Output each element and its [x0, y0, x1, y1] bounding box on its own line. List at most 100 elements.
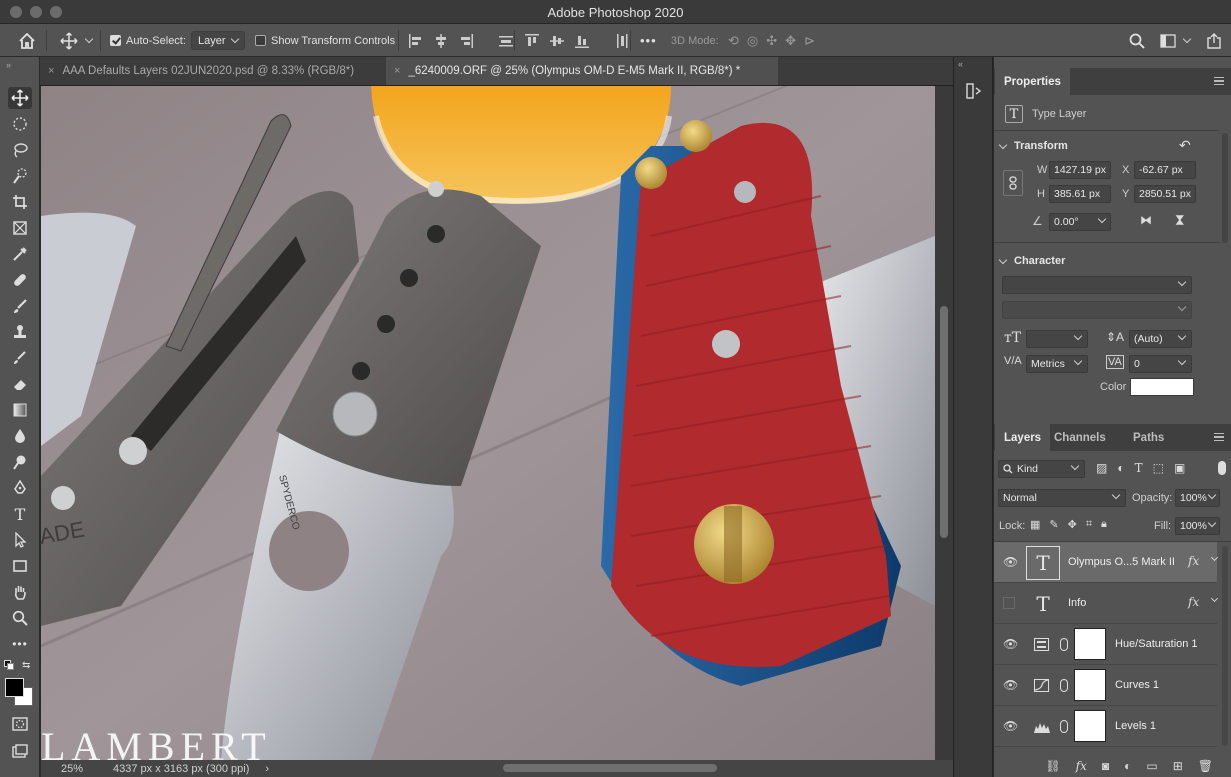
add-layer-style-icon[interactable]: fx [1076, 759, 1087, 773]
collapse-toolbar-icon[interactable]: » [6, 60, 11, 70]
mask-link-icon[interactable] [1060, 679, 1068, 692]
3d-roll-icon[interactable]: ◎ [747, 33, 758, 49]
properties-menu-icon[interactable] [1214, 77, 1224, 85]
hand-tool-icon[interactable] [8, 581, 32, 603]
delete-layer-icon[interactable]: 🗑︎ [1198, 759, 1213, 773]
pen-tool-icon[interactable] [8, 477, 32, 499]
filter-shape-icon[interactable]: ⬚ [1153, 461, 1164, 475]
font-family-dropdown[interactable] [1002, 276, 1192, 294]
kerning-field[interactable]: Metrics [1026, 355, 1088, 373]
distribute-vertical-icon[interactable] [498, 33, 514, 49]
flip-horizontal-icon[interactable]: ⧓ [1140, 213, 1152, 227]
layer-mask-thumbnail[interactable] [1074, 628, 1106, 660]
canvas-vertical-scrollbar[interactable] [935, 86, 953, 760]
foreground-color-swatch[interactable] [5, 678, 24, 697]
link-dimensions-icon[interactable] [1003, 170, 1023, 196]
canvas-horizontal-scroll-thumb[interactable] [503, 764, 717, 772]
layer-name[interactable]: Olympus O...5 Mark II [1068, 556, 1175, 568]
3d-pan-icon[interactable]: ✣ [766, 33, 777, 49]
link-layers-icon[interactable]: ⛓︎ [1045, 759, 1060, 773]
transform-section-header[interactable]: Transform [998, 140, 1068, 152]
tab-olympus-orf[interactable]: × _6240009.ORF @ 25% (Olympus OM-D E-M5 … [386, 57, 778, 85]
leading-field[interactable]: (Auto) [1129, 330, 1192, 348]
align-right-icon[interactable] [458, 33, 474, 49]
tab-properties[interactable]: Properties [995, 68, 1070, 95]
add-mask-icon[interactable]: ◙ [1102, 759, 1109, 773]
layer-row-olympus[interactable]: 👁︎ T Olympus O...5 Mark II fx [994, 542, 1219, 583]
fill-field[interactable]: 100% [1175, 517, 1220, 535]
lock-artboard-icon[interactable]: ⌗ [1086, 518, 1092, 531]
lock-transparent-icon[interactable]: ▦ [1030, 518, 1040, 531]
screen-mode-icon[interactable] [8, 741, 32, 763]
align-horizontal-center-icon[interactable] [433, 33, 449, 49]
workspace-icon[interactable] [1160, 24, 1192, 57]
reset-transform-icon[interactable]: ↶ [1179, 137, 1191, 154]
layer-row-hue-saturation[interactable]: 👁︎ Hue/Saturation 1 [994, 624, 1217, 665]
dodge-tool-icon[interactable] [8, 451, 32, 473]
marquee-tool-icon[interactable] [8, 113, 32, 135]
brush-tool-icon[interactable] [8, 295, 32, 317]
close-tab-icon[interactable]: × [48, 65, 54, 77]
layer-effects-icon[interactable]: fx [1188, 554, 1199, 568]
frame-tool-icon[interactable] [8, 217, 32, 239]
auto-select-target-dropdown[interactable]: Layer [191, 31, 245, 50]
visibility-eye-icon[interactable]: 👁︎ [1003, 720, 1018, 733]
character-section-header[interactable]: Character [998, 255, 1065, 267]
align-top-icon[interactable] [524, 33, 540, 49]
eraser-tool-icon[interactable] [8, 373, 32, 395]
layer-name[interactable]: Levels 1 [1115, 720, 1156, 732]
filter-pixel-icon[interactable]: ▨ [1096, 461, 1107, 475]
layer-name[interactable]: Hue/Saturation 1 [1115, 638, 1198, 650]
visibility-eye-icon[interactable]: 👁︎ [1003, 556, 1018, 569]
mask-link-icon[interactable] [1060, 638, 1068, 651]
zoom-level[interactable]: 25% [61, 763, 83, 775]
blend-mode-dropdown[interactable]: Normal [998, 489, 1126, 507]
lock-image-icon[interactable]: ✎ [1049, 518, 1058, 531]
new-group-icon[interactable]: ▭ [1146, 759, 1157, 773]
home-icon[interactable] [18, 24, 36, 57]
font-size-field[interactable] [1026, 330, 1088, 348]
path-selection-tool-icon[interactable] [8, 529, 32, 551]
layer-name[interactable]: Info [1068, 597, 1086, 609]
lock-position-icon[interactable]: ✥ [1068, 518, 1077, 531]
expand-panels-icon[interactable]: « [958, 59, 963, 69]
healing-brush-tool-icon[interactable] [8, 269, 32, 291]
visibility-toggle-hidden[interactable] [1003, 597, 1015, 609]
filter-toggle[interactable] [1218, 461, 1226, 475]
layer-mask-thumbnail[interactable] [1074, 669, 1106, 701]
x-field[interactable]: -62.67 px [1134, 161, 1196, 179]
status-menu-arrow[interactable]: › [265, 763, 269, 775]
more-options-button[interactable]: ••• [640, 24, 657, 57]
history-panel-icon[interactable] [966, 83, 982, 102]
font-style-dropdown[interactable] [1002, 301, 1192, 319]
quick-mask-icon[interactable] [8, 713, 32, 735]
opacity-field[interactable]: 100% [1175, 489, 1220, 507]
3d-slide-icon[interactable]: ✥ [785, 33, 796, 49]
layer-row-levels[interactable]: 👁︎ Levels 1 [994, 706, 1217, 747]
tracking-field[interactable]: 0 [1129, 355, 1192, 373]
align-left-icon[interactable] [408, 33, 424, 49]
gradient-tool-icon[interactable] [8, 399, 32, 421]
distribute-horizontal-icon[interactable] [614, 33, 630, 49]
align-vertical-center-icon[interactable] [549, 33, 565, 49]
move-tool-icon[interactable] [8, 87, 32, 109]
mask-link-icon[interactable] [1060, 720, 1068, 733]
layer-effects-icon[interactable]: fx [1188, 595, 1199, 609]
filter-adjustment-icon[interactable]: ◐ [1117, 461, 1124, 475]
visibility-eye-icon[interactable]: 👁︎ [1003, 638, 1018, 651]
layers-menu-icon[interactable] [1214, 433, 1224, 441]
zoom-tool-icon[interactable] [8, 607, 32, 629]
document-canvas[interactable]: ADE SPYDERCO LAMBERT [41, 86, 935, 760]
show-transform-checkbox[interactable]: Show Transform Controls [255, 24, 395, 57]
height-field[interactable]: 385.61 px [1049, 185, 1111, 203]
blur-tool-icon[interactable] [8, 425, 32, 447]
search-icon[interactable] [1129, 24, 1145, 57]
filter-type-icon[interactable]: T [1135, 461, 1143, 475]
new-adjustment-layer-icon[interactable]: ◐ [1124, 759, 1131, 773]
default-colors-icon[interactable] [4, 660, 14, 670]
lock-all-icon[interactable]: 🔒︎ [1101, 518, 1107, 531]
crop-tool-icon[interactable] [8, 191, 32, 213]
clone-stamp-tool-icon[interactable] [8, 321, 32, 343]
quick-selection-tool-icon[interactable] [8, 165, 32, 187]
tab-channels[interactable]: Channels [1045, 424, 1115, 451]
